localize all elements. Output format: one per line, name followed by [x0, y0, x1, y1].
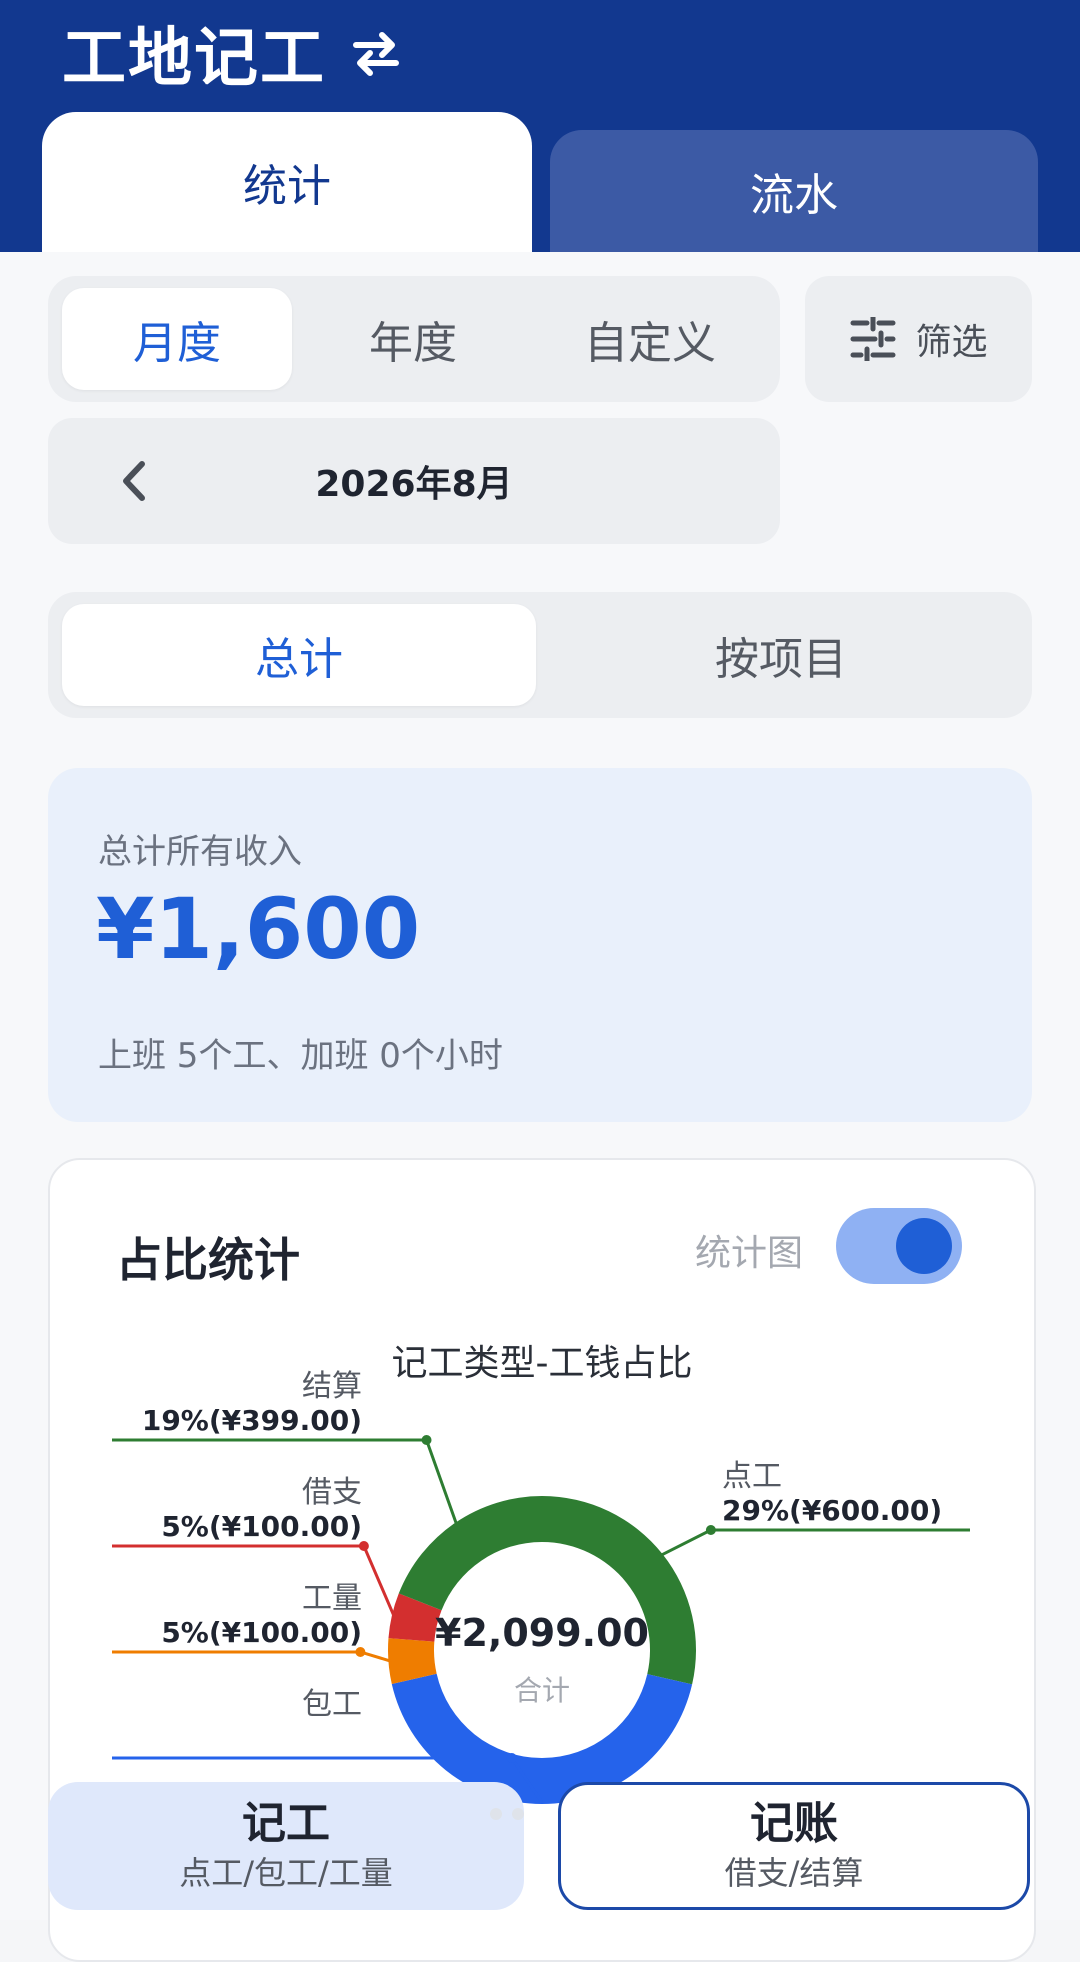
slice-value-label-2: 5%(¥100.00): [161, 1616, 362, 1649]
leader-line-0: [660, 1528, 970, 1557]
leader-dot-4: [421, 1435, 432, 1445]
slice-name-label-0: 点工: [722, 1459, 782, 1494]
tab-transactions-label: 流水: [750, 170, 838, 221]
record-account-button[interactable]: 记账 借支/结算: [558, 1782, 1030, 1910]
swap-icon[interactable]: [348, 25, 404, 81]
sliders-icon: [850, 317, 896, 361]
leader-dot-1: [506, 1753, 517, 1763]
scope-tab-total[interactable]: 总计: [62, 604, 536, 706]
filter-button[interactable]: 筛选: [805, 276, 1032, 402]
donut-slice-0: [542, 1496, 696, 1685]
scope-segmented-control: 总计 按项目: [48, 592, 1032, 718]
app-title-text: 工地记工: [62, 22, 326, 96]
period-segmented-control: 月度 年度 自定义: [48, 276, 780, 402]
record-account-subtitle: 借支/结算: [724, 1854, 864, 1892]
income-label: 总计所有收入: [98, 832, 302, 872]
center-label: 合计: [514, 1674, 570, 1707]
slice-value-label-3: 5%(¥100.00): [161, 1510, 362, 1543]
page-indicator: [490, 1808, 524, 1820]
income-summary-card: 总计所有收入 ¥1,600 上班 5个工、加班 0个小时: [48, 768, 1032, 1122]
scope-tab-by-project-label: 按项目: [715, 634, 847, 685]
period-tab-yearly[interactable]: 年度: [298, 288, 528, 390]
page-dot: [490, 1808, 502, 1820]
tab-transactions[interactable]: 流水: [550, 130, 1038, 252]
donut-slice-4: [398, 1496, 542, 1611]
slice-name-label-2: 工量: [302, 1581, 362, 1616]
period-tab-yearly-label: 年度: [369, 318, 457, 369]
slice-name-label-4: 结算: [302, 1369, 362, 1404]
leader-line-2: [112, 1650, 391, 1663]
period-tab-custom[interactable]: 自定义: [534, 288, 766, 390]
app-title: 工地记工: [62, 8, 404, 98]
tab-statistics[interactable]: 统计: [42, 112, 532, 252]
record-work-subtitle: 点工/包工/工量: [179, 1854, 393, 1892]
record-account-title: 记账: [750, 1798, 838, 1849]
filter-label: 筛选: [915, 322, 988, 363]
scope-tab-by-project[interactable]: 按项目: [544, 604, 1018, 706]
slice-name-label-3: 借支: [302, 1475, 362, 1510]
period-tab-custom-label: 自定义: [584, 318, 716, 369]
date-label: 2026年8月: [315, 464, 513, 505]
slice-value-label-0: 29%(¥600.00): [722, 1494, 942, 1527]
record-work-title: 记工: [242, 1798, 330, 1849]
income-amount: ¥1,600: [96, 880, 421, 978]
slice-name-label-1: 包工: [302, 1687, 362, 1722]
period-tab-monthly-label: 月度: [133, 318, 221, 369]
work-summary: 上班 5个工、加班 0个小时: [98, 1036, 503, 1076]
tab-statistics-label: 统计: [243, 161, 331, 212]
record-work-button[interactable]: 记工 点工/包工/工量: [48, 1782, 524, 1910]
slice-value-label-4: 19%(¥399.00): [142, 1404, 362, 1437]
period-tab-monthly[interactable]: 月度: [62, 288, 292, 390]
center-total: ¥2,099.00: [435, 1611, 649, 1655]
scope-tab-total-label: 总计: [255, 634, 343, 685]
leader-dot-0: [705, 1525, 716, 1535]
page-dot: [512, 1808, 524, 1820]
date-selector: 2026年8月: [48, 418, 780, 544]
